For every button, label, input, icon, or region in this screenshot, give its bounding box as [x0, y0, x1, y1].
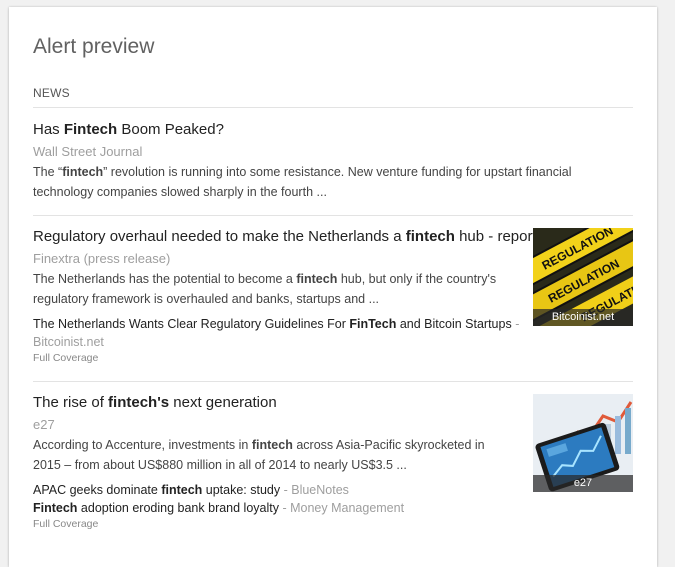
article-1-snippet: The “fintech” revolution is running into… — [33, 165, 572, 199]
section-label: NEWS — [33, 86, 70, 100]
article-2-snippet: The Netherlands has the potential to bec… — [33, 272, 497, 306]
article-1: Has Fintech Boom Peaked? Wall Street Jou… — [33, 120, 633, 202]
full-coverage-link[interactable]: Full Coverage — [33, 518, 633, 530]
divider — [33, 381, 633, 382]
related-article-source[interactable]: Bitcoinist.net — [33, 333, 633, 351]
thumbnail-caption: Bitcoinist.net — [533, 309, 633, 326]
alert-preview-card: Alert preview NEWS Has Fintech Boom Peak… — [9, 7, 657, 567]
article-1-headline[interactable]: Has Fintech Boom Peaked? — [33, 120, 633, 140]
related-article[interactable]: Fintech adoption eroding bank brand loya… — [33, 499, 633, 517]
article-1-source: Wall Street Journal — [33, 144, 143, 159]
article-3-snippet: According to Accenture, investments in f… — [33, 438, 485, 472]
article-3: The rise of fintech's next generation e2… — [33, 393, 633, 530]
divider — [33, 215, 633, 216]
thumbnail-caption: e27 — [533, 475, 633, 492]
article-2: Regulatory overhaul needed to make the N… — [33, 227, 633, 364]
full-coverage-link[interactable]: Full Coverage — [33, 352, 633, 364]
divider — [33, 107, 633, 108]
article-3-thumbnail[interactable]: e27 — [533, 394, 633, 492]
article-2-thumbnail[interactable]: REGULATION REGULATION REGULATION Bitcoin… — [533, 228, 633, 326]
panel-title: Alert preview — [33, 35, 155, 58]
